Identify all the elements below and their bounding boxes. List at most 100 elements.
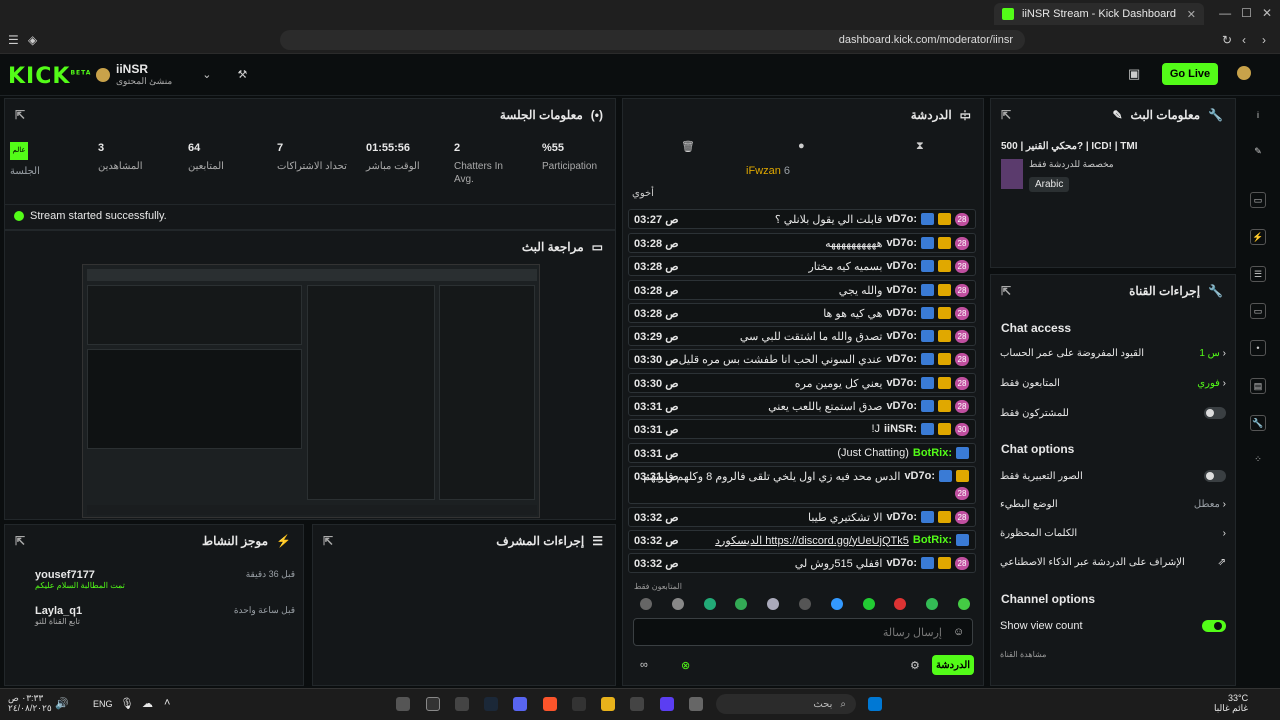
emote-icon[interactable] [957,598,970,610]
pinned-user[interactable]: iFwzan 6 [746,165,790,177]
infinity-icon[interactable]: ∞ [640,659,648,671]
message-username[interactable]: vD7o: [886,307,917,319]
message-username[interactable]: vD7o: [886,557,917,569]
emotes-toggle[interactable] [1204,470,1226,482]
emote-icon[interactable] [830,598,843,610]
radio-icon[interactable]: • [1250,340,1266,356]
hammer-icon[interactable]: ⚒ [237,68,247,81]
panel-icon[interactable]: ▭ [1250,192,1266,208]
emote-icon[interactable] [894,598,907,610]
message-username[interactable]: BotRix: [913,447,952,459]
taskbar-search[interactable]: بحث ⌕ [716,694,856,714]
speech-icon[interactable]: ● [798,140,805,152]
gear-icon[interactable]: ⚙ [910,659,920,672]
chevron-down-icon[interactable]: ⌄ [202,68,211,81]
store-app-icon[interactable] [630,697,644,711]
forward-icon[interactable]: › [1262,33,1266,47]
mic-icon[interactable]: 🎙 [120,697,134,710]
message-username[interactable]: vD7o: [886,260,917,272]
show-view-count-row[interactable]: Show view count [1000,620,1226,632]
list-icon[interactable]: ☰ [1250,266,1266,282]
message-username[interactable]: vD7o: [886,330,917,342]
emote-icon[interactable] [767,598,780,610]
go-live-button[interactable]: Go Live [1162,63,1218,85]
stream-preview-video[interactable] [82,264,540,518]
minimize-icon[interactable]: — [1219,6,1231,20]
message-username[interactable]: vD7o: [904,470,935,482]
emoji-icon[interactable]: ☺ [953,626,964,638]
app-icon[interactable] [689,697,703,711]
emote-icon[interactable] [671,598,684,610]
message-username[interactable]: BotRix: [913,534,952,546]
message-username[interactable]: vD7o: [886,237,917,249]
message-username[interactable]: vD7o: [886,400,917,412]
discord-app-icon[interactable] [513,697,527,711]
subscribers-toggle[interactable] [1204,407,1226,419]
close-tab-icon[interactable]: ✕ [1187,8,1196,21]
app-icon[interactable] [396,697,410,711]
account-age-row[interactable]: القيود المفروضة على عمر الحساب 1 س › [1000,348,1226,359]
expand-icon[interactable]: ⇱ [15,534,25,548]
camera-icon[interactable]: ▣ [1128,66,1140,82]
menu-icon[interactable]: ☰ [8,33,19,47]
profile-avatar[interactable] [1237,66,1251,80]
close-window-icon[interactable]: ✕ [1262,6,1272,20]
emotes-only-row[interactable]: الصور التعبيرية فقط [1000,470,1226,482]
language-indicator[interactable]: ENG [93,699,113,709]
kick-logo[interactable]: KICKBETA [8,64,91,89]
weather[interactable]: 33°C غائم غالبا [1214,693,1248,713]
chat-bubble-icon[interactable]: ▭ [1250,303,1266,319]
expand-icon[interactable]: ⇱ [1001,284,1011,298]
bolt-icon[interactable]: ⚡ [1250,229,1266,245]
message-username[interactable]: vD7o: [886,213,917,225]
nodes-icon[interactable]: ⁘ [1250,452,1266,468]
kick-icon[interactable]: ⊗ [681,659,690,672]
message-username[interactable]: vD7o: [886,511,917,523]
back-icon[interactable]: ‹ [1242,33,1246,47]
settings-app-icon[interactable] [426,697,440,711]
chevron-up-icon[interactable]: ˄ [164,697,170,709]
message-username[interactable]: vD7o: [886,377,917,389]
windows-start-icon[interactable] [868,697,882,711]
emote-icon[interactable] [926,598,939,610]
reload-icon[interactable]: ↻ [1222,33,1232,47]
clock[interactable]: ٠٣:٣٣ ص ٢٤/٠٨/٢٠٢٥ [8,693,52,713]
emote-icon[interactable] [735,598,748,610]
maximize-icon[interactable]: ☐ [1241,6,1252,20]
emote-icon[interactable] [703,598,716,610]
emote-icon[interactable] [640,598,652,610]
view-count-toggle[interactable] [1202,620,1226,632]
emote-icon[interactable] [798,598,811,610]
emote-icon[interactable] [862,598,875,610]
pen-icon[interactable]: ✎ [1250,144,1266,160]
shield-icon[interactable]: ◈ [28,33,37,47]
volume-icon[interactable]: 🔊 [55,697,69,710]
hourglass-icon[interactable]: ⧗ [916,140,924,153]
banned-words-row[interactable]: الكلمات المحظورة › [1000,528,1226,539]
message-username[interactable]: vD7o: [886,284,917,296]
send-chat-button[interactable]: الدردشة [932,655,974,675]
cloud-icon[interactable]: ☁ [142,697,153,710]
slow-mode-row[interactable]: الوضع البطيء معطل › [1000,499,1226,510]
layout-icon[interactable]: ▤ [1250,378,1266,394]
expand-icon[interactable]: ⇱ [323,534,333,548]
browser-tab[interactable]: iiNSR Stream - Kick Dashboard ✕ [994,3,1204,25]
chatgpt-app-icon[interactable] [572,697,586,711]
user-switcher[interactable]: iiNSR منشئ المحتوى ⌄ ⚒ [96,62,247,87]
brave-app-icon[interactable] [543,697,557,711]
message-username[interactable]: vD7o: [886,353,917,365]
explorer-app-icon[interactable] [601,697,615,711]
address-bar[interactable]: dashboard.kick.com/moderator/iinsr [280,30,1025,50]
steam-app-icon[interactable] [484,697,498,711]
subscribers-only-row[interactable]: للمشتركون فقط [1000,407,1226,419]
ai-moderation-row[interactable]: الإشراف على الدردشة عبر الذكاء الاصطناعي… [1000,557,1226,568]
expand-icon[interactable]: ⇱ [15,108,25,122]
edit-icon[interactable]: ✎ [1112,108,1122,122]
chat-input[interactable]: إرسال رسالة [633,618,973,646]
message-username[interactable]: iiNSR: [884,423,917,435]
info-icon[interactable]: i [1250,108,1266,124]
followers-only-row[interactable]: المتابعون فقط فوري › [1000,378,1226,389]
vscode-app-icon[interactable] [660,697,674,711]
obs-app-icon[interactable] [455,697,469,711]
trash-icon[interactable]: 🗑 [681,140,695,153]
